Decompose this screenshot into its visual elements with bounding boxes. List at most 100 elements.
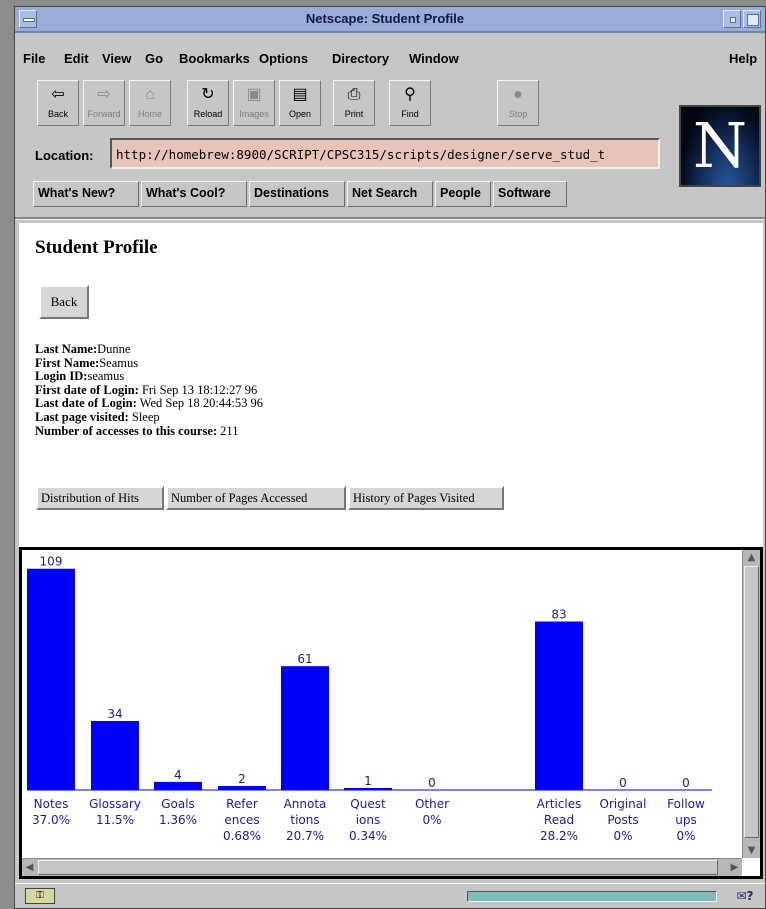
page-back-button[interactable]: Back bbox=[39, 285, 89, 319]
forward-toolbar-button[interactable]: ⇨ Forward bbox=[83, 80, 125, 126]
scroll-up-icon[interactable]: ▲ bbox=[744, 550, 759, 565]
chart-horizontal-scrollbar[interactable]: ◀ ▶ bbox=[22, 858, 742, 876]
category-label-references: ences bbox=[224, 813, 259, 827]
scroll-right-icon[interactable]: ▶ bbox=[727, 860, 742, 875]
number-of-pages-button[interactable]: Number of Pages Accessed bbox=[166, 486, 346, 510]
category-label-notes: Notes bbox=[34, 797, 69, 811]
software-button[interactable]: Software bbox=[493, 181, 567, 207]
category-label-articlesread: Articles bbox=[537, 797, 582, 811]
netscape-n-glyph: N bbox=[692, 109, 748, 182]
find-toolbar-button[interactable]: ⚲ Find bbox=[389, 80, 431, 126]
category-label-annotations: tions bbox=[290, 813, 319, 827]
bar-annotations bbox=[281, 666, 329, 790]
destinations-button[interactable]: Destinations bbox=[249, 181, 345, 207]
scroll-down-icon[interactable]: ▼ bbox=[744, 843, 759, 858]
location-input[interactable]: http://homebrew:8900/SCRIPT/CPSC315/scri… bbox=[110, 138, 660, 169]
menu-options[interactable]: Options bbox=[259, 51, 308, 66]
category-label-followups: ups bbox=[675, 813, 696, 827]
status-bar: ⚿ ✉? bbox=[15, 883, 765, 908]
percent-label-other: 0% bbox=[422, 813, 441, 827]
page-content: Student Profile Back Last Name:Dunne Fir… bbox=[19, 223, 763, 555]
value-label-originalposts: 0 bbox=[619, 776, 627, 790]
menu-edit[interactable]: Edit bbox=[64, 51, 89, 66]
student-info: Last Name:Dunne First Name:Seamus Login … bbox=[35, 342, 263, 438]
chart-vertical-scrollbar[interactable]: ▲ ▼ bbox=[742, 550, 760, 858]
bar-goals bbox=[154, 781, 202, 790]
security-key-icon[interactable]: ⚿ bbox=[25, 888, 55, 904]
value-label-questions: 1 bbox=[364, 774, 372, 788]
home-icon: ⌂ bbox=[145, 86, 155, 103]
value-label-goals: 4 bbox=[174, 768, 182, 782]
window-title: Netscape: Student Profile bbox=[305, 11, 465, 26]
hits-bar-chart: 109 Notes 37.0% 34 Glossary 11.5% 4 Goals 1.36% 2… bbox=[27, 555, 712, 843]
category-label-goals: Goals bbox=[161, 797, 195, 811]
menu-help[interactable]: Help bbox=[729, 51, 757, 66]
netscape-logo[interactable]: N bbox=[679, 105, 761, 187]
menu-bookmarks[interactable]: Bookmarks bbox=[179, 51, 250, 66]
images-icon: ▣ bbox=[246, 86, 262, 103]
category-label-followups: Follow bbox=[667, 797, 705, 811]
toolbar-separator bbox=[15, 217, 765, 220]
window-menu-button[interactable] bbox=[19, 10, 37, 28]
menu-file[interactable]: File bbox=[23, 51, 45, 66]
print-icon: ⎙ bbox=[347, 86, 361, 103]
mail-icon[interactable]: ✉? bbox=[729, 888, 761, 904]
title-bar[interactable]: Netscape: Student Profile bbox=[15, 7, 765, 33]
menu-window[interactable]: Window bbox=[409, 51, 459, 66]
history-of-pages-button[interactable]: History of Pages Visited bbox=[348, 486, 504, 510]
browser-window: Netscape: Student Profile File Edit View… bbox=[14, 6, 766, 909]
percent-label-annotations: 20.7% bbox=[286, 829, 324, 843]
print-toolbar-button[interactable]: ⎙ Print bbox=[333, 80, 375, 126]
percent-label-articlesread: 28.2% bbox=[540, 829, 578, 843]
progress-bar bbox=[467, 891, 717, 902]
value-label-references: 2 bbox=[238, 772, 246, 786]
open-icon: ▤ bbox=[292, 86, 308, 103]
value-label-articlesread: 83 bbox=[551, 608, 566, 622]
percent-label-notes: 37.0% bbox=[32, 813, 70, 827]
menu-bar: File Edit View Go Bookmarks Options Dire… bbox=[15, 47, 765, 71]
whats-new-button[interactable]: What's New? bbox=[33, 181, 139, 207]
menu-go[interactable]: Go bbox=[145, 51, 163, 66]
menu-view[interactable]: View bbox=[102, 51, 131, 66]
category-label-annotations: Annota bbox=[284, 797, 327, 811]
bar-notes bbox=[27, 568, 75, 790]
stop-toolbar-button[interactable]: ● Stop bbox=[497, 80, 539, 126]
info-row-last-login: Last date of Login: Wed Sep 18 20:44:53 … bbox=[35, 396, 263, 411]
category-label-articlesread: Read bbox=[544, 813, 574, 827]
home-toolbar-button[interactable]: ⌂ Home bbox=[129, 80, 171, 126]
minimize-button[interactable] bbox=[723, 10, 741, 28]
open-toolbar-button[interactable]: ▤ Open bbox=[279, 80, 321, 126]
distribution-of-hits-button[interactable]: Distribution of Hits bbox=[36, 486, 164, 510]
bar-references bbox=[218, 785, 266, 790]
percent-label-followups: 0% bbox=[676, 829, 695, 843]
percent-label-goals: 1.36% bbox=[159, 813, 197, 827]
back-toolbar-button[interactable]: ⇦ Back bbox=[37, 80, 79, 126]
category-label-questions: Quest bbox=[350, 797, 386, 811]
whats-cool-button[interactable]: What's Cool? bbox=[141, 181, 247, 207]
horizontal-scroll-thumb[interactable] bbox=[38, 860, 718, 875]
category-label-other: Other bbox=[415, 797, 449, 811]
bar-glossary bbox=[91, 720, 139, 790]
reload-toolbar-button[interactable]: ↻ Reload bbox=[187, 80, 229, 126]
people-button[interactable]: People bbox=[435, 181, 491, 207]
info-row-last-name: Last Name:Dunne bbox=[35, 342, 131, 356]
menu-directory[interactable]: Directory bbox=[332, 51, 389, 66]
page-title: Student Profile bbox=[35, 237, 158, 258]
scroll-left-icon[interactable]: ◀ bbox=[22, 860, 37, 875]
bar-articlesread bbox=[535, 621, 583, 790]
find-icon: ⚲ bbox=[404, 86, 416, 103]
value-label-annotations: 61 bbox=[297, 652, 312, 666]
forward-arrow-icon: ⇨ bbox=[97, 86, 111, 103]
percent-label-references: 0.68% bbox=[223, 829, 261, 843]
info-row-first-name: First Name:Seamus bbox=[35, 355, 139, 370]
back-arrow-icon: ⇦ bbox=[51, 86, 65, 103]
bar-questions bbox=[344, 787, 392, 790]
category-label-glossary: Glossary bbox=[89, 797, 141, 811]
percent-label-questions: 0.34% bbox=[349, 829, 387, 843]
maximize-button[interactable] bbox=[743, 10, 761, 28]
images-toolbar-button[interactable]: ▣ Images bbox=[233, 80, 275, 126]
info-row-last-page: Last page visited: Sleep bbox=[35, 409, 160, 424]
net-search-button[interactable]: Net Search bbox=[347, 181, 433, 207]
category-label-references: Refer bbox=[226, 797, 258, 811]
vertical-scroll-thumb[interactable] bbox=[744, 566, 759, 838]
